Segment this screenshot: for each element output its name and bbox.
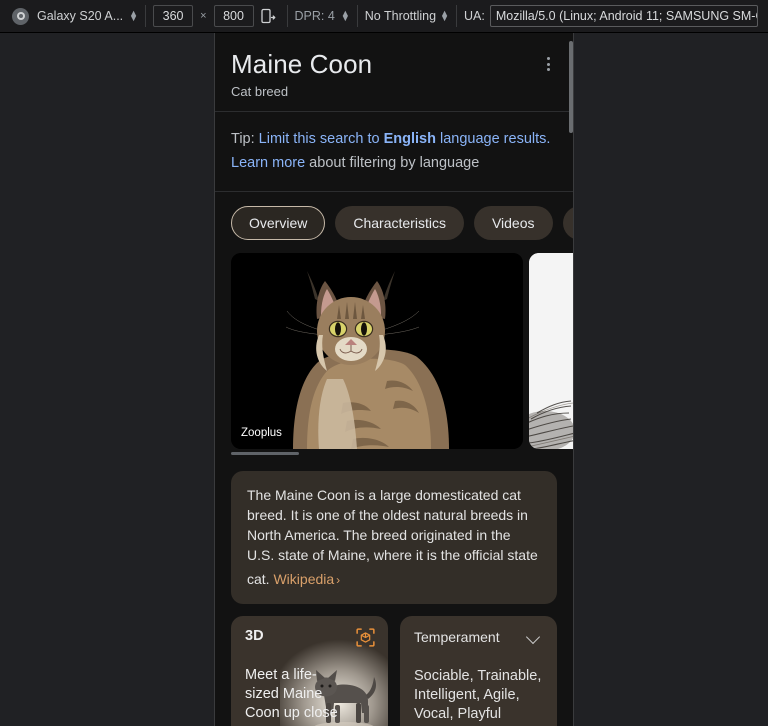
three-d-card-body: Meet a life-sized Maine Coon up close [245, 667, 338, 721]
device-selector[interactable]: Galaxy S20 A... ▲ ▼ [0, 0, 145, 33]
tab-diet[interactable]: Di [562, 206, 573, 240]
tab-characteristics[interactable]: Characteristics [335, 206, 464, 240]
google-knowledge-panel: Maine Coon Cat breed Tip: Limit this sea… [215, 33, 573, 726]
tip-lead-label: Tip: [231, 131, 255, 147]
temperament-header[interactable]: Temperament [414, 629, 543, 645]
device-viewport: Maine Coon Cat breed Tip: Limit this sea… [214, 33, 574, 726]
kebab-dot [546, 57, 550, 60]
maine-coon-photo-white-bg [529, 253, 573, 449]
viewport-height-input[interactable]: 800 [213, 5, 254, 27]
size-times-label: × [200, 10, 207, 22]
temperament-title: Temperament [414, 629, 500, 645]
wikipedia-link-label: Wikipedia [273, 571, 335, 587]
device-select-label: Galaxy S20 A... [37, 9, 124, 23]
viewport-size-group: 360 × 800 [146, 0, 286, 33]
image-credit: Zooplus [241, 427, 282, 439]
kebab-dot [546, 62, 550, 66]
devtools-device-toolbar: Galaxy S20 A... ▲ ▼ 360 × 800 DPR: 4 ▲ ▼ N… [0, 0, 768, 33]
description-card: The Maine Coon is a large domesticated c… [231, 471, 557, 604]
carousel-horizontal-scrollbar[interactable] [231, 452, 523, 455]
caret-updown-icon[interactable]: ▲ ▼ [440, 9, 449, 23]
knowledge-panel-header: Maine Coon Cat breed [215, 33, 573, 111]
wikipedia-link[interactable]: Wikipedia › [273, 569, 340, 590]
three-d-card[interactable]: 3D Meet a life-sized Maine Coon up close [231, 616, 388, 726]
tab-videos[interactable]: Videos [473, 206, 553, 240]
caret-updown-icon[interactable]: ▲ ▼ [129, 9, 138, 23]
user-agent-group: UA: Mozilla/5.0 (Linux; Android 11; SAMS… [457, 0, 765, 33]
ua-label: UA: [464, 9, 485, 23]
page-subtitle: Cat breed [231, 84, 289, 99]
caret-updown-icon[interactable]: ▲ ▼ [341, 9, 350, 23]
emulation-stage: Maine Coon Cat breed Tip: Limit this sea… [0, 33, 768, 726]
three-d-badge-label: 3D [245, 628, 264, 644]
page-vertical-scrollbar[interactable] [569, 41, 573, 133]
maine-coon-photo [231, 253, 523, 449]
page-title: Maine Coon [231, 49, 373, 79]
throttling-label: No Throttling [364, 9, 437, 23]
dpr-label: DPR: 4 [294, 9, 335, 23]
tip-link-part-1[interactable]: Limit this search to [255, 131, 384, 147]
temperament-card[interactable]: Temperament Sociable, Trainable, Intelli… [400, 616, 557, 726]
kebab-menu-icon[interactable] [539, 55, 557, 73]
chevron-down-icon[interactable] [527, 630, 541, 644]
carousel-item-primary[interactable]: Zooplus [231, 253, 523, 449]
throttling-selector[interactable]: No Throttling ▲ ▼ [358, 0, 456, 33]
kebab-dot [546, 68, 550, 71]
image-carousel[interactable]: Zooplus [215, 253, 573, 455]
tab-overview[interactable]: Overview [231, 206, 326, 240]
ar-cube-icon[interactable] [356, 628, 375, 647]
temperament-values: Sociable, Trainable, Intelligent, Agile,… [414, 668, 542, 722]
tip-tail-label: about filtering by language [305, 155, 480, 171]
carousel-track[interactable]: Zooplus [231, 253, 573, 449]
viewport-width-input[interactable]: 360 [153, 5, 194, 27]
ua-input[interactable]: Mozilla/5.0 (Linux; Android 11; SAMSUNG … [489, 5, 758, 27]
tip-link-bold[interactable]: English [384, 131, 436, 147]
chrome-logo-icon [12, 7, 29, 25]
dpr-selector[interactable]: DPR: 4 ▲ ▼ [288, 0, 357, 33]
feature-cards-row: 3D Meet a life-sized Maine Coon up close… [231, 616, 557, 726]
knowledge-panel-tabs[interactable]: Overview Characteristics Videos Di [215, 192, 573, 253]
rotate-device-icon[interactable] [258, 5, 280, 27]
language-tip: Tip: Limit this search to English langua… [215, 112, 573, 191]
chevron-right-icon: › [336, 573, 341, 587]
carousel-item-secondary[interactable] [529, 253, 573, 449]
